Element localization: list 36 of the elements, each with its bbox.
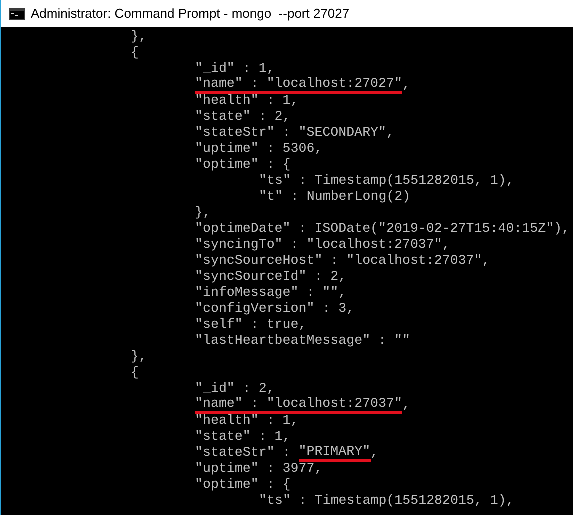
console-line: "ts" : Timestamp(1551282015, 1), [259, 173, 516, 189]
console-text: , [370, 445, 379, 461]
console-line: "state" : 1, [195, 429, 292, 445]
console-line: "configVersion" : 3, [195, 301, 356, 317]
console-line: "health" : 1, [195, 93, 300, 109]
underlined-text: "name" : "localhost:27037" [195, 397, 402, 414]
console-line: "syncSourceHost" : "localhost:27037", [195, 253, 492, 269]
console-text: , [402, 77, 410, 93]
console-line: "optimeDate" : ISODate("2019-02-27T15:40:15Z"), [195, 221, 572, 237]
console-icon [9, 8, 25, 20]
console-line: "uptime" : 5306, [195, 141, 324, 157]
console-line: "_id" : 1, [195, 61, 276, 77]
console-line: "lastHeartbeatMessage" : "" [195, 333, 412, 349]
console-line: "optime" : { [195, 157, 292, 173]
console-text: "stateStr" : [195, 445, 292, 461]
console-line: "_id" : 2, [195, 381, 276, 397]
console-line: }, [131, 29, 148, 45]
console-line: }, [131, 349, 148, 365]
console-line: "uptime" : 3977, [195, 461, 324, 477]
console-line: "ts" : Timestamp(1551282015, 1), [259, 493, 516, 509]
console-line: "syncingTo" : "localhost:27037", [195, 237, 452, 253]
console-line: "state" : 2, [195, 109, 292, 125]
console-line: "stateStr" : "SECONDARY", [195, 125, 396, 141]
window-title: Administrator: Command Prompt - mongo --port 27027 [31, 4, 350, 23]
console-line: "optime" : { [195, 477, 292, 493]
console-line: "health" : 1, [195, 413, 300, 429]
underlined-text: "PRIMARY" [298, 445, 371, 462]
console-line: { [131, 365, 140, 381]
console-line: { [131, 45, 140, 61]
console-text: , [402, 397, 410, 413]
console-line: "infoMessage" : "", [195, 285, 348, 301]
console-line: }, [195, 205, 212, 221]
underlined-text: "name" : "localhost:27027" [195, 77, 402, 94]
console-line: "syncSourceId" : 2, [195, 269, 348, 285]
console-line: "self" : true, [195, 317, 308, 333]
console-line: "t" : NumberLong(2) [259, 189, 412, 205]
